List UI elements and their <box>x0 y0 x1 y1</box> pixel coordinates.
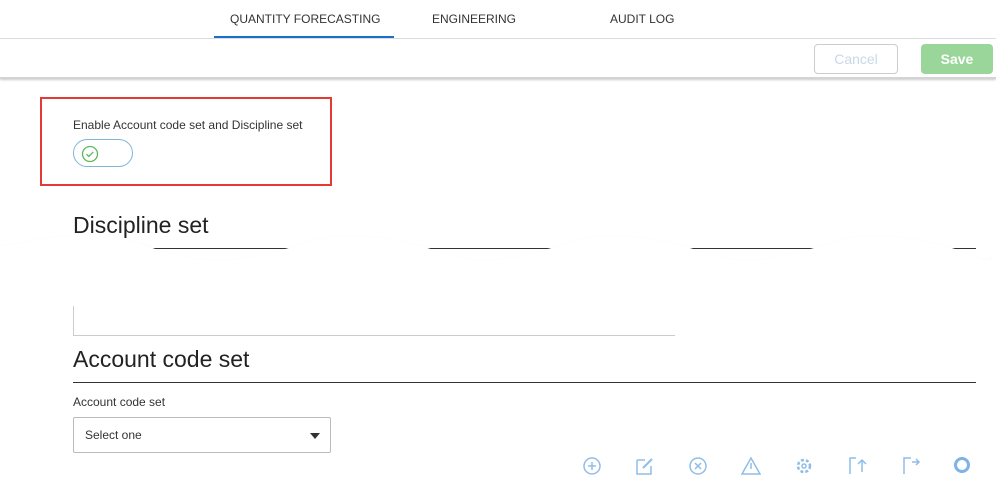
tab-quantity-forecasting[interactable]: QUANTITY FORECASTING <box>213 12 395 38</box>
settings-icon[interactable] <box>794 456 814 481</box>
import-icon[interactable] <box>848 456 868 481</box>
search-icon[interactable] <box>952 456 972 481</box>
enable-label: Enable Account code set and Discipline s… <box>73 118 303 132</box>
toolbar: Cancel Save <box>0 39 996 79</box>
check-circle-icon <box>81 145 99 163</box>
edit-icon[interactable] <box>635 456 655 481</box>
delete-circle-icon[interactable] <box>688 456 708 481</box>
discipline-table-fragment <box>73 306 675 336</box>
cancel-button[interactable]: Cancel <box>814 44 898 74</box>
export-icon[interactable] <box>901 456 921 481</box>
add-circle-icon[interactable] <box>582 456 602 481</box>
account-code-set-title: Account code set <box>73 346 250 372</box>
select-value: Select one <box>85 428 142 442</box>
save-button[interactable]: Save <box>921 44 993 74</box>
account-rule <box>73 382 976 383</box>
chevron-down-icon <box>310 433 320 439</box>
tab-audit-log[interactable]: AUDIT LOG <box>610 12 674 26</box>
tab-bar: QUANTITY FORECASTING ENGINEERING AUDIT L… <box>0 0 996 39</box>
tab-engineering[interactable]: ENGINEERING <box>432 12 516 26</box>
account-code-set-label: Account code set <box>73 395 166 409</box>
torn-edge-wave <box>0 234 996 285</box>
warning-icon[interactable] <box>740 456 762 481</box>
account-code-set-select[interactable]: Select one <box>73 417 331 453</box>
enable-toggle[interactable] <box>73 139 133 167</box>
